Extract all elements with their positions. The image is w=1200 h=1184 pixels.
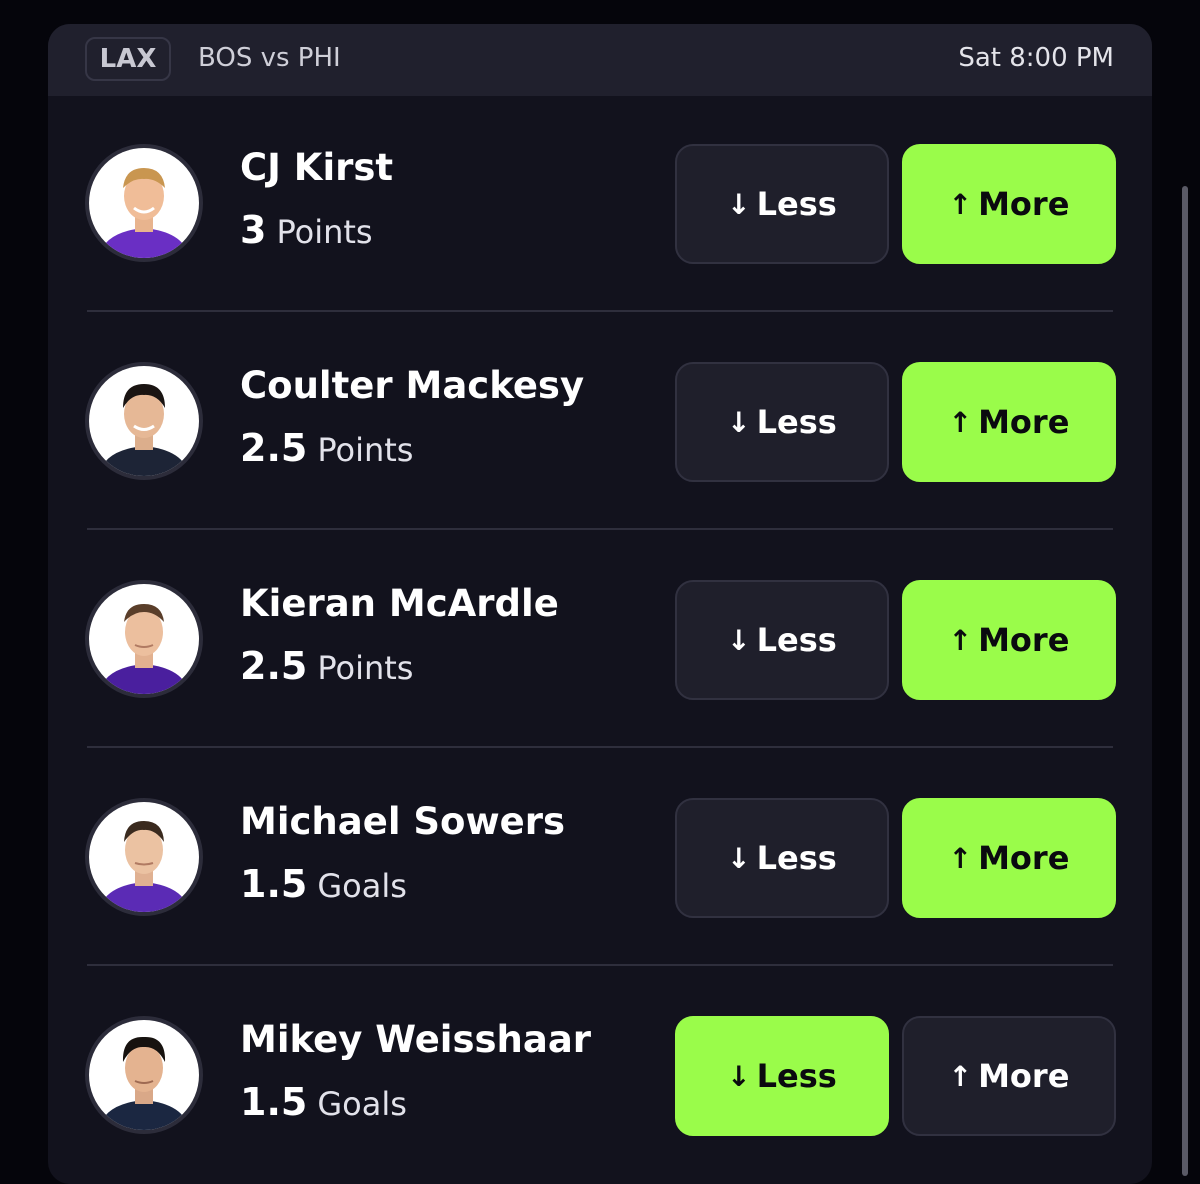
less-label: Less (756, 621, 837, 659)
stat-type: Points (317, 431, 414, 469)
less-button[interactable]: ↓ Less (675, 1016, 889, 1136)
arrow-up-icon: ↑ (948, 623, 973, 657)
player-name: Michael Sowers (240, 800, 566, 843)
arrow-down-icon: ↓ (727, 1059, 751, 1093)
stat-type: Points (276, 213, 373, 251)
player-row: Coulter Mackesy 2.5 Points ↓ Less ↑ More (48, 314, 1152, 532)
arrow-down-icon: ↓ (727, 187, 751, 221)
arrow-up-icon: ↑ (948, 841, 973, 875)
row-divider (87, 528, 1113, 530)
arrow-down-icon: ↓ (727, 623, 751, 657)
more-button[interactable]: ↑ More (902, 798, 1116, 918)
player-photo (89, 584, 199, 694)
scrollbar[interactable] (1182, 186, 1188, 1176)
pick-card: LAX BOS vs PHI Sat 8:00 PM CJ Kirst 3 Poi… (48, 24, 1152, 1184)
stat-type: Goals (317, 1085, 407, 1123)
player-row: Michael Sowers 1.5 Goals ↓ Less ↑ More (48, 750, 1152, 968)
player-row: Kieran McArdle 2.5 Points ↓ Less ↑ More (48, 532, 1152, 750)
player-avatar (85, 798, 203, 916)
more-label: More (978, 1057, 1070, 1095)
projection: 3 Points (240, 208, 373, 252)
arrow-down-icon: ↓ (727, 405, 751, 439)
projection-value: 1.5 (240, 1080, 308, 1124)
matchup-label: BOS vs PHI (198, 43, 341, 73)
projection-value: 3 (240, 208, 267, 252)
player-photo (89, 366, 199, 476)
player-avatar (85, 1016, 203, 1134)
player-avatar (85, 580, 203, 698)
projection: 2.5 Points (240, 644, 413, 688)
player-photo (89, 148, 199, 258)
projection-value: 2.5 (240, 644, 308, 688)
more-button[interactable]: ↑ More (902, 580, 1116, 700)
more-label: More (978, 621, 1070, 659)
player-avatar (85, 144, 203, 262)
player-name: Kieran McArdle (240, 582, 559, 625)
row-divider (87, 746, 1113, 748)
less-button[interactable]: ↓ Less (675, 580, 889, 700)
player-row: Mikey Weisshaar 1.5 Goals ↓ Less ↑ More (48, 968, 1152, 1184)
more-label: More (978, 403, 1070, 441)
row-divider (87, 964, 1113, 966)
player-name: CJ Kirst (240, 146, 394, 189)
less-label: Less (756, 185, 837, 223)
projection-value: 2.5 (240, 426, 308, 470)
player-name: Mikey Weisshaar (240, 1018, 592, 1061)
sport-badge: LAX (85, 37, 171, 81)
stat-type: Points (317, 649, 414, 687)
more-label: More (978, 185, 1070, 223)
arrow-up-icon: ↑ (948, 187, 973, 221)
player-row: CJ Kirst 3 Points ↓ Less ↑ More (48, 96, 1152, 314)
less-label: Less (756, 1057, 837, 1095)
arrow-up-icon: ↑ (948, 405, 973, 439)
more-button[interactable]: ↑ More (902, 362, 1116, 482)
more-button[interactable]: ↑ More (902, 1016, 1116, 1136)
more-label: More (978, 839, 1070, 877)
arrow-down-icon: ↓ (727, 841, 751, 875)
player-photo (89, 802, 199, 912)
player-avatar (85, 362, 203, 480)
less-label: Less (756, 839, 837, 877)
projection-value: 1.5 (240, 862, 308, 906)
player-photo (89, 1020, 199, 1130)
less-button[interactable]: ↓ Less (675, 362, 889, 482)
player-name: Coulter Mackesy (240, 364, 585, 407)
projection: 1.5 Goals (240, 1080, 407, 1124)
projection: 1.5 Goals (240, 862, 407, 906)
arrow-up-icon: ↑ (948, 1059, 973, 1093)
row-divider (87, 310, 1113, 312)
more-button[interactable]: ↑ More (902, 144, 1116, 264)
stat-type: Goals (317, 867, 407, 905)
less-label: Less (756, 403, 837, 441)
game-time: Sat 8:00 PM (958, 43, 1114, 73)
less-button[interactable]: ↓ Less (675, 144, 889, 264)
projection: 2.5 Points (240, 426, 413, 470)
game-header: LAX BOS vs PHI Sat 8:00 PM (48, 24, 1152, 96)
less-button[interactable]: ↓ Less (675, 798, 889, 918)
